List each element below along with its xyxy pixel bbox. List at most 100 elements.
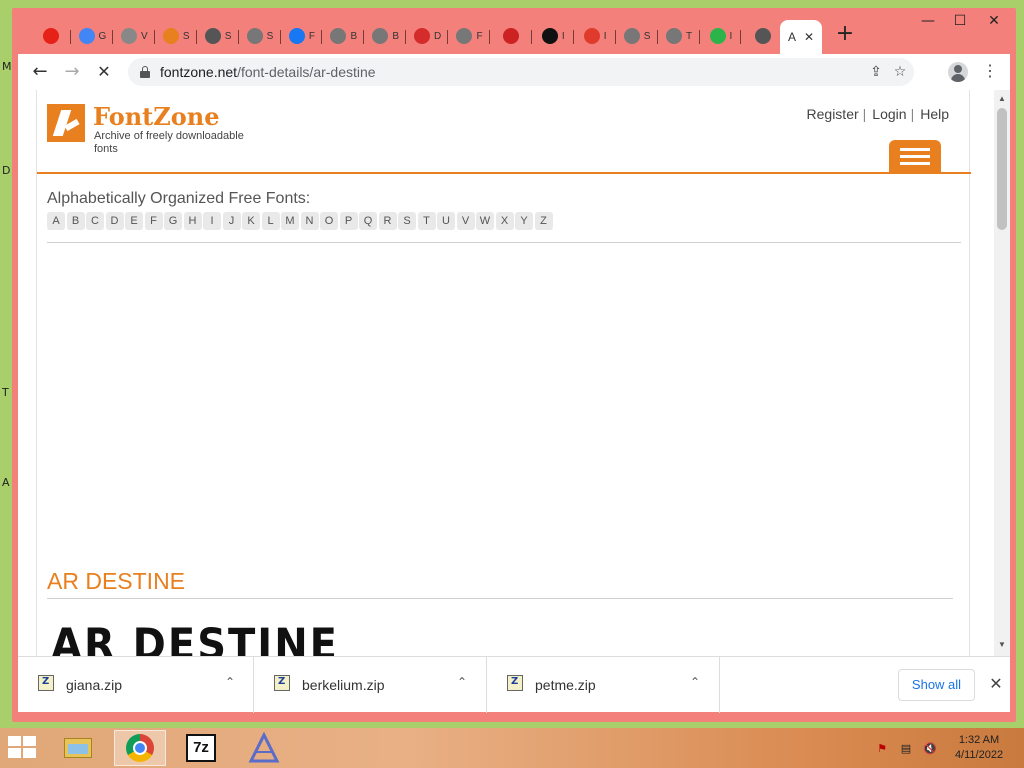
lock-icon[interactable] [140,66,150,78]
browser-tab[interactable]: S [617,22,658,50]
profile-avatar-icon[interactable] [948,62,968,82]
download-item[interactable]: petme.zip ⌃ [487,657,720,713]
chrome-icon[interactable] [114,730,166,766]
desktop-icon-label: M [2,60,12,73]
new-tab-button[interactable]: + [834,23,856,46]
share-icon[interactable]: ⇪ [866,62,886,82]
chevron-up-icon[interactable]: ⌃ [454,675,470,691]
alphabet-letter-link[interactable]: W [476,212,494,230]
windows-start-icon[interactable] [8,736,38,760]
tab-title: S [643,30,651,42]
tab-separator [405,30,407,44]
browser-tab[interactable]: F [449,22,490,50]
7zip-icon[interactable]: 7z [176,730,228,766]
browser-tab[interactable]: I [533,22,574,50]
system-clock[interactable]: 1:32 AM 4/11/2022 [948,733,1010,763]
scroll-down-icon[interactable]: ▼ [994,638,1010,652]
url-text[interactable]: fontzone.net/font-details/ar-destine [160,64,376,80]
alphabet-letter-link[interactable]: O [320,212,338,230]
tab-separator [321,30,323,44]
alphabet-letter-link[interactable]: C [86,212,104,230]
browser-tab[interactable] [742,22,784,50]
tab-title: F [308,30,315,42]
help-link[interactable]: Help [920,106,949,122]
show-all-downloads-button[interactable]: Show all [898,669,975,701]
browser-tab[interactable]: S [198,22,239,50]
chevron-up-icon[interactable]: ⌃ [222,675,238,691]
tab-separator [530,30,532,44]
alphabet-letter-link[interactable]: E [125,212,143,230]
alphabet-letter-link[interactable]: F [144,212,163,230]
alphabet-letter-link[interactable]: L [261,212,280,230]
browser-tab[interactable]: B [365,22,407,50]
chevron-up-icon[interactable]: ⌃ [687,675,703,691]
maximize-button[interactable]: ☐ [944,10,976,32]
alphabet-letter-link[interactable]: X [495,212,514,230]
browser-tab[interactable]: V [114,22,155,50]
back-button[interactable]: ← [28,60,52,84]
alphabet-letter-link[interactable]: A [47,212,65,230]
flag-tray-icon[interactable]: ⚑ [874,742,890,756]
alphabet-letter-link[interactable]: J [222,212,241,230]
alphabet-letter-link[interactable]: Z [534,212,553,230]
tab-title: I [603,30,607,42]
browser-tab[interactable]: F [281,22,323,50]
tab-separator [279,30,281,44]
scroll-up-icon[interactable]: ▲ [994,92,1010,106]
font-app-icon[interactable] [238,730,290,766]
bookmark-star-icon[interactable]: ☆ [890,62,910,82]
alphabet-letter-link[interactable]: V [456,212,475,230]
download-shelf: giana.zip ⌃ berkelium.zip ⌃ petme.zip ⌃ … [18,656,1010,713]
file-explorer-icon[interactable] [52,730,104,766]
network-tray-icon[interactable]: ▤ [898,742,914,756]
alphabet-letter-link[interactable]: N [300,212,319,230]
browser-tab[interactable]: G [72,22,113,50]
tab-title: B [392,30,400,42]
browser-tab[interactable]: S [240,22,281,50]
register-link[interactable]: Register [807,106,859,122]
browser-tab[interactable] [491,22,532,50]
browser-tab[interactable] [30,22,71,50]
minimize-button[interactable]: — [912,10,944,32]
close-window-button[interactable]: ✕ [978,10,1010,32]
browser-tab[interactable]: I [700,22,742,50]
login-link[interactable]: Login [872,106,906,122]
d-icon [413,28,430,44]
alphabet-letter-link[interactable]: T [417,212,436,230]
scroll-thumb[interactable] [997,108,1007,230]
alphabet-letter-link[interactable]: B [66,212,85,230]
address-bar[interactable]: fontzone.net/font-details/ar-destine ⇪ ☆ [128,58,914,86]
close-tab-icon[interactable]: ✕ [804,30,814,44]
alphabet-letter-link[interactable]: D [105,212,124,230]
download-item[interactable]: giana.zip ⌃ [18,657,254,713]
vertical-scrollbar[interactable]: ▲ ▼ [994,90,1010,656]
browser-menu-button[interactable]: ⋮ [980,60,1000,84]
forward-button[interactable]: → [60,60,84,84]
browser-tab[interactable]: I [575,22,616,50]
alphabet-letter-link[interactable]: Q [359,212,377,230]
alphabet-letter-link[interactable]: M [281,212,299,230]
browser-tab[interactable]: T [659,22,700,50]
brand-name[interactable]: FontZone [93,102,220,131]
close-download-shelf-icon[interactable]: ✕ [986,673,1006,695]
alphabet-letter-link[interactable]: U [437,212,455,230]
alphabet-letter-link[interactable]: H [183,212,202,230]
alphabet-letter-link[interactable]: R [378,212,397,230]
fontzone-logo-icon[interactable] [47,104,85,142]
stop-loading-button[interactable]: ✕ [92,60,116,84]
alphabet-letter-link[interactable]: K [242,212,260,230]
alphabet-letter-link[interactable]: S [398,212,416,230]
hamburger-menu-icon[interactable] [889,140,941,172]
browser-tab[interactable]: D [407,22,449,50]
alphabet-letter-link[interactable]: I [203,212,221,230]
active-tab[interactable]: A ✕ [780,20,822,54]
alphabet-letter-link[interactable]: Y [515,212,533,230]
download-item[interactable]: berkelium.zip ⌃ [254,657,487,713]
section-divider [47,242,961,243]
tab-separator [111,30,113,44]
browser-tab[interactable]: B [323,22,365,50]
alphabet-letter-link[interactable]: P [339,212,358,230]
volume-muted-icon[interactable]: 🔇 [922,742,938,756]
browser-tab[interactable]: S [156,22,197,50]
alphabet-letter-link[interactable]: G [164,212,182,230]
